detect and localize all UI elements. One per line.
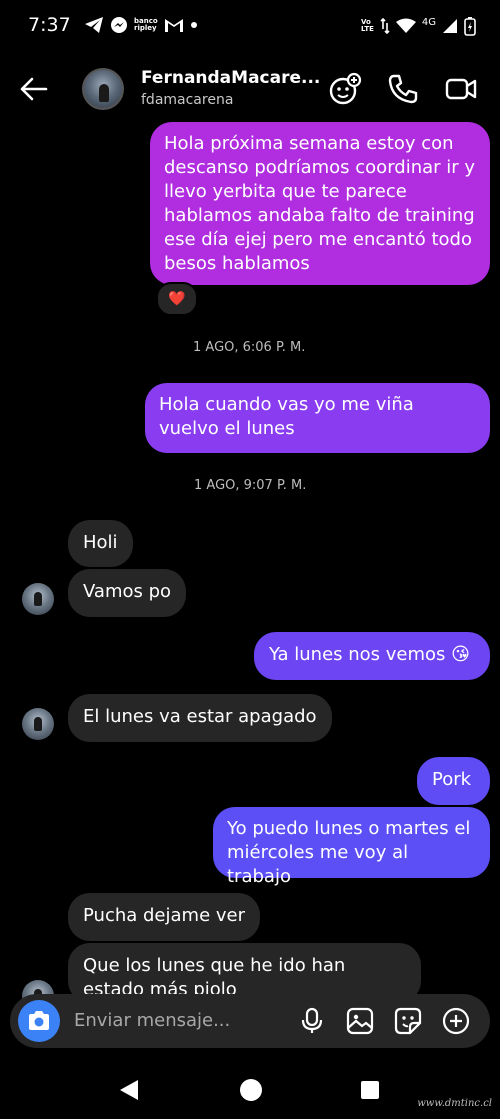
back-arrow-icon[interactable] [16, 71, 52, 107]
incoming-message[interactable]: Pucha dejame ver [68, 893, 260, 941]
outgoing-message[interactable]: Hola próxima semana estoy con descanso p… [150, 122, 490, 285]
ripley-label: ripley [134, 24, 157, 32]
timestamp: 1 AGO, 6:06 P. M. [193, 340, 306, 355]
chat-header: FernandaMacare... fdamacarena [0, 56, 500, 122]
incoming-message[interactable]: Vamos po [68, 569, 187, 617]
sticker-icon[interactable] [394, 1007, 422, 1035]
system-nav-bar [0, 1060, 500, 1119]
system-icons: Vo LTE 4G [361, 16, 476, 36]
gmail-icon [164, 19, 183, 32]
dot-icon [190, 22, 197, 28]
heart-icon: ❤️ [168, 291, 186, 307]
effects-icon[interactable] [328, 72, 362, 106]
network-label: 4G [421, 16, 436, 28]
contact-name[interactable]: FernandaMacare... [141, 68, 320, 88]
incoming-message[interactable]: Holi [68, 520, 133, 567]
outgoing-message[interactable]: Ya lunes nos vemos 😘 [254, 632, 490, 680]
video-call-icon[interactable] [444, 72, 478, 106]
message-input[interactable]: Enviar mensaje... [74, 1010, 230, 1031]
outgoing-message[interactable]: Hola cuando vas yo me viña vuelvo el lun… [145, 383, 490, 453]
notification-icons: banco ripley [84, 16, 198, 34]
data-arrows-icon [380, 17, 390, 35]
banco-ripley-icon: banco ripley [134, 18, 158, 32]
lte-label: LTE [361, 25, 374, 33]
camera-icon [29, 1011, 49, 1030]
battery-icon [464, 17, 476, 36]
recents-nav-icon[interactable] [360, 1080, 380, 1100]
heart-reaction[interactable]: ❤️ [156, 282, 198, 316]
outgoing-message[interactable]: Yo puedo lunes o martes el miércoles me … [213, 807, 490, 887]
contact-avatar[interactable] [82, 68, 124, 110]
watermark: www.dmtinc.cl [417, 1098, 492, 1109]
contact-username[interactable]: fdamacarena [141, 92, 233, 108]
add-icon[interactable] [442, 1007, 470, 1035]
incoming-message[interactable]: El lunes va estar apagado [68, 694, 332, 742]
volte-indicator: Vo LTE [361, 19, 374, 33]
message-composer: Enviar mensaje... [10, 994, 490, 1048]
outgoing-message[interactable]: Pork [417, 757, 490, 805]
phone-call-icon[interactable] [386, 72, 420, 106]
timestamp: 1 AGO, 9:07 P. M. [194, 478, 307, 493]
messenger-icon [111, 17, 127, 33]
back-nav-icon[interactable] [118, 1078, 140, 1102]
sender-avatar[interactable] [22, 708, 54, 740]
telegram-icon [85, 17, 103, 33]
gallery-icon[interactable] [346, 1007, 374, 1035]
status-bar: 7:37 banco ripley Vo LTE 4G [0, 0, 500, 56]
wifi-icon [395, 18, 416, 33]
home-nav-icon[interactable] [239, 1078, 263, 1102]
microphone-icon[interactable] [298, 1007, 326, 1035]
status-time: 7:37 [28, 14, 71, 36]
camera-button[interactable] [18, 1000, 60, 1042]
signal-icon [443, 19, 457, 33]
sender-avatar[interactable] [22, 583, 54, 615]
